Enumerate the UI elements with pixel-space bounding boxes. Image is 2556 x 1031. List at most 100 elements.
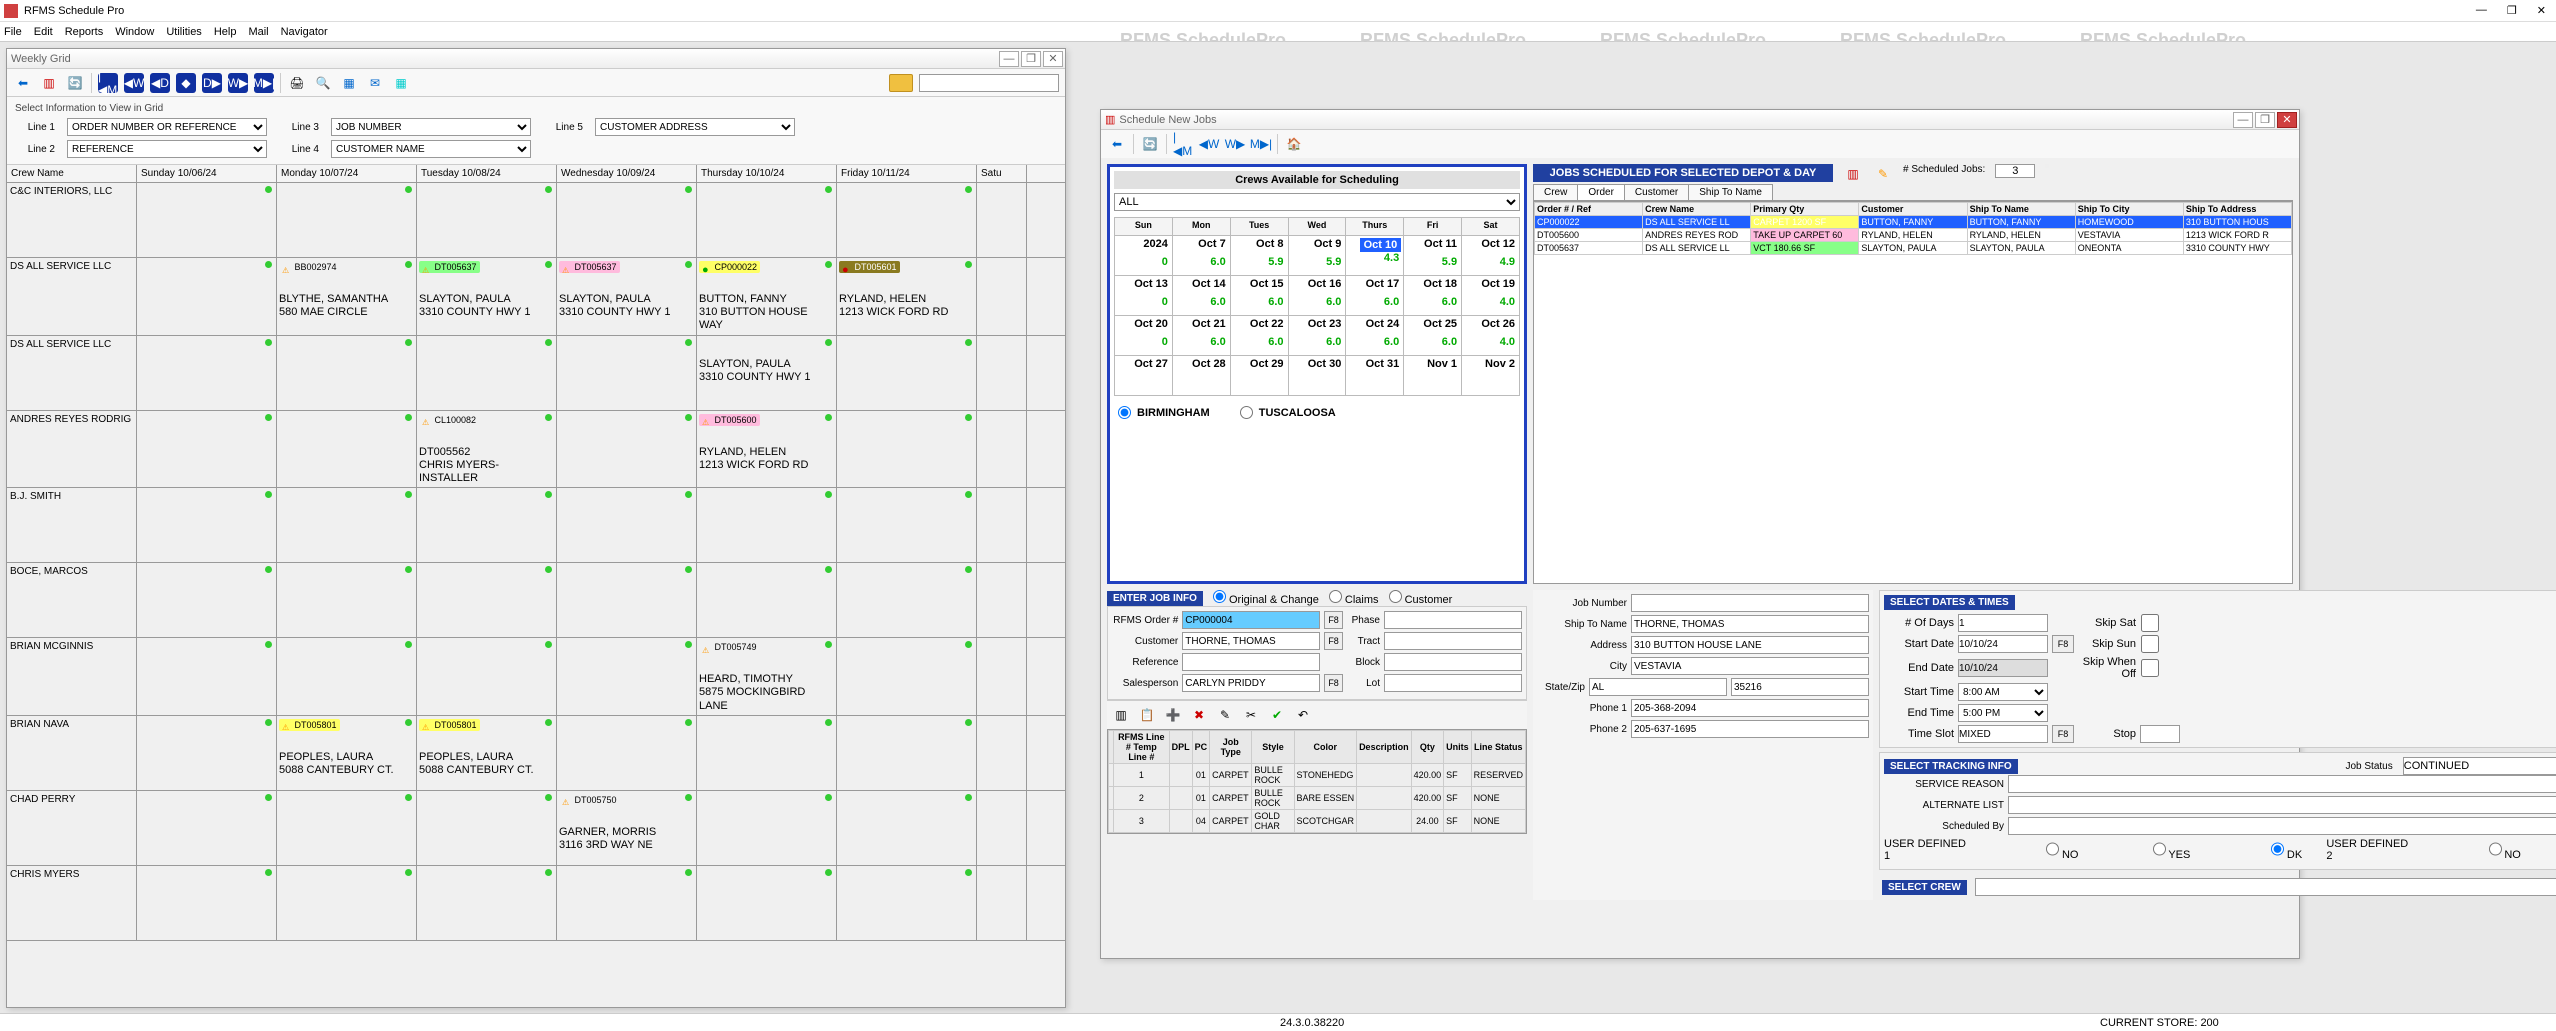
- job-tag[interactable]: BB002974: [279, 261, 340, 273]
- job-tag[interactable]: DT005801: [279, 719, 340, 731]
- grid-row[interactable]: BRIAN MCGINNIS DT005749HEARD, TIMOTHY587…: [7, 638, 1065, 716]
- day-cell[interactable]: [697, 791, 837, 865]
- calendar-cell[interactable]: Oct 130: [1115, 276, 1173, 316]
- calendar-cell[interactable]: Oct 115.9: [1404, 236, 1462, 276]
- calendar-cell[interactable]: 20240: [1115, 236, 1173, 276]
- menu-window[interactable]: Window: [115, 26, 154, 38]
- customer-f8[interactable]: F8: [1324, 632, 1343, 650]
- day-cell[interactable]: [837, 183, 977, 257]
- day-cell[interactable]: [837, 638, 977, 715]
- tab-order[interactable]: Order: [1577, 184, 1625, 200]
- nav-prev-day-icon[interactable]: ◀D: [150, 73, 170, 93]
- sched-close[interactable]: ✕: [2277, 112, 2297, 128]
- calendar-cell[interactable]: Oct 264.0: [1462, 316, 1520, 356]
- day-cell[interactable]: [977, 791, 1027, 865]
- jobs-delete-icon[interactable]: ▥: [1843, 164, 1863, 184]
- calendar-cell[interactable]: Oct 226.0: [1230, 316, 1288, 356]
- job-tag[interactable]: DT005749: [699, 641, 760, 653]
- calendar-cell[interactable]: Oct 246.0: [1346, 316, 1404, 356]
- skipsat-check[interactable]: [2140, 614, 2160, 632]
- job-tag[interactable]: DT005750: [559, 794, 620, 806]
- day-cell[interactable]: [977, 336, 1027, 410]
- child-minimize[interactable]: —: [999, 51, 1019, 67]
- day-cell[interactable]: [977, 563, 1027, 637]
- day-cell[interactable]: [837, 411, 977, 488]
- depot-birmingham[interactable]: BIRMINGHAM: [1118, 406, 1210, 419]
- order-f8[interactable]: F8: [1324, 611, 1343, 629]
- day-cell[interactable]: BB002974BLYTHE, SAMANTHA580 MAE CIRCLE: [277, 258, 417, 335]
- day-cell[interactable]: [977, 258, 1027, 335]
- sched-nav-last-icon[interactable]: M▶|: [1251, 134, 1271, 154]
- tiles-icon[interactable]: ▦: [391, 73, 411, 93]
- endtime-input[interactable]: 5:00 PM: [1958, 704, 2048, 722]
- day-cell[interactable]: [557, 411, 697, 488]
- reference-input[interactable]: [1182, 653, 1320, 671]
- day-cell[interactable]: SLAYTON, PAULA3310 COUNTY HWY 1: [697, 336, 837, 410]
- tab-shipto[interactable]: Ship To Name: [1688, 184, 1773, 200]
- sched-refresh-icon[interactable]: 🔄: [1140, 134, 1160, 154]
- line-row[interactable]: 201CARPETBULLE ROCKBARE ESSEN420.00SFNON…: [1109, 787, 1526, 810]
- back-icon[interactable]: ⬅: [13, 73, 33, 93]
- job-tag[interactable]: CL100082: [419, 414, 479, 426]
- startdate-input[interactable]: [1958, 635, 2048, 653]
- day-cell[interactable]: [557, 563, 697, 637]
- calendar-cell[interactable]: Oct 256.0: [1404, 316, 1462, 356]
- day-cell[interactable]: DT005601RYLAND, HELEN1213 WICK FORD RD: [837, 258, 977, 335]
- ud1-yes[interactable]: YES: [2081, 840, 2190, 861]
- calendar-cell[interactable]: Oct 95.9: [1288, 236, 1346, 276]
- tab-customer[interactable]: Customer: [1624, 184, 1689, 200]
- day-cell[interactable]: [137, 791, 277, 865]
- day-cell[interactable]: [417, 336, 557, 410]
- sched-maximize[interactable]: ❐: [2255, 112, 2275, 128]
- calendar-cell[interactable]: Oct 28: [1172, 356, 1230, 396]
- shipto-name-input[interactable]: [1631, 615, 1869, 633]
- day-cell[interactable]: [557, 638, 697, 715]
- salesperson-input[interactable]: [1182, 674, 1320, 692]
- calendar-cell[interactable]: Oct 186.0: [1404, 276, 1462, 316]
- print-icon[interactable]: 🖨: [287, 73, 307, 93]
- reason-input[interactable]: [2008, 775, 2556, 793]
- lines-copy-icon[interactable]: 📋: [1137, 705, 1157, 725]
- day-cell[interactable]: [837, 791, 977, 865]
- ud1-no[interactable]: NO: [1970, 840, 2079, 861]
- nav-today-icon[interactable]: ◆: [176, 73, 196, 93]
- grid-row[interactable]: DS ALL SERVICE LLCSLAYTON, PAULA3310 COU…: [7, 336, 1065, 411]
- day-cell[interactable]: CL100082DT005562CHRIS MYERS-INSTALLER: [417, 411, 557, 488]
- nav-next-week-icon[interactable]: W▶: [228, 73, 248, 93]
- day-cell[interactable]: [417, 638, 557, 715]
- ud1-dk[interactable]: DK: [2193, 840, 2302, 861]
- nav-prev-week-icon[interactable]: ◀W: [124, 73, 144, 93]
- tract-input[interactable]: [1384, 632, 1522, 650]
- nav-first-month-icon[interactable]: |◀M: [98, 73, 118, 93]
- menu-utilities[interactable]: Utilities: [166, 26, 201, 38]
- lot-input[interactable]: [1384, 674, 1522, 692]
- starttime-input[interactable]: 8:00 AM: [1958, 683, 2048, 701]
- grid-icon[interactable]: ▦: [339, 73, 359, 93]
- calendar-cell[interactable]: Nov 2: [1462, 356, 1520, 396]
- line3-select[interactable]: JOB NUMBER: [331, 118, 531, 136]
- calendar-cell[interactable]: Oct 27: [1115, 356, 1173, 396]
- stop-input[interactable]: [2140, 725, 2180, 743]
- day-cell[interactable]: [977, 411, 1027, 488]
- nav-last-month-icon[interactable]: M▶|: [254, 73, 274, 93]
- day-cell[interactable]: [837, 716, 977, 790]
- lines-undo-icon[interactable]: ↶: [1293, 705, 1313, 725]
- depot-tuscaloosa[interactable]: TUSCALOOSA: [1240, 406, 1336, 419]
- toolbar-search-input[interactable]: [919, 74, 1059, 92]
- day-cell[interactable]: DT005801PEOPLES, LAURA5088 CANTEBURY CT.: [277, 716, 417, 790]
- lines-cut-icon[interactable]: ✂: [1241, 705, 1261, 725]
- sched-nav-first-icon[interactable]: |◀M: [1173, 134, 1193, 154]
- day-cell[interactable]: [977, 488, 1027, 562]
- day-cell[interactable]: [557, 866, 697, 940]
- state-input[interactable]: [1589, 678, 1727, 696]
- menu-help[interactable]: Help: [214, 26, 237, 38]
- day-cell[interactable]: [277, 488, 417, 562]
- day-cell[interactable]: [417, 183, 557, 257]
- day-cell[interactable]: [977, 866, 1027, 940]
- calendar-cell[interactable]: Oct 30: [1288, 356, 1346, 396]
- day-cell[interactable]: [557, 336, 697, 410]
- day-cell[interactable]: [837, 866, 977, 940]
- day-cell[interactable]: [137, 716, 277, 790]
- day-cell[interactable]: DT005600RYLAND, HELEN1213 WICK FORD RD: [697, 411, 837, 488]
- jobs-table[interactable]: Order # / RefCrew NamePrimary QtyCustome…: [1533, 201, 2293, 584]
